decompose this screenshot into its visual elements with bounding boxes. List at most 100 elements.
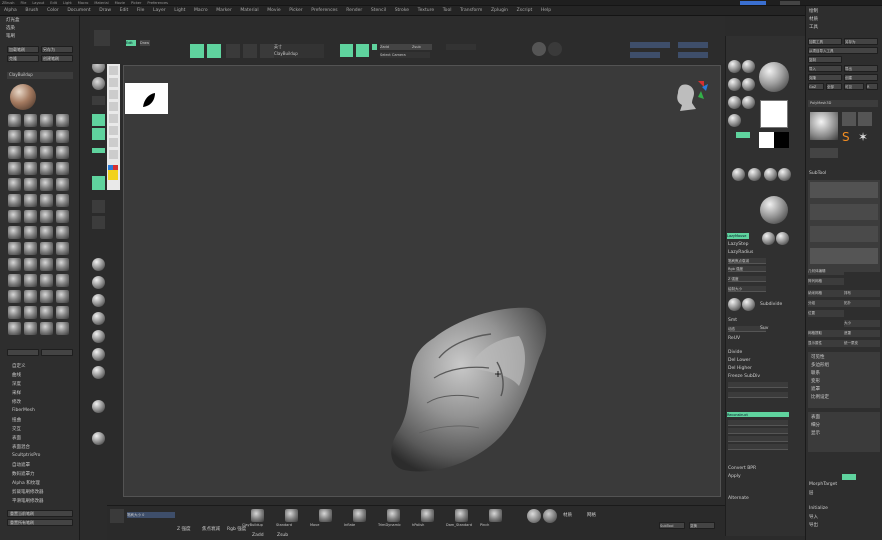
subtool-btn-unify[interactable]: 统一蒙皮 [844, 340, 880, 347]
subtool-btn-size[interactable]: 大小 [844, 320, 880, 327]
brush-tile[interactable] [56, 194, 69, 207]
load-tool-button[interactable]: 加载工具 [808, 38, 842, 45]
bottom-brush-button[interactable]: hPolish [412, 509, 444, 531]
material-preview[interactable] [759, 62, 789, 92]
document-canvas[interactable] [123, 65, 721, 497]
save-tool-button[interactable]: 另存为 [844, 38, 878, 45]
menu-item[interactable]: Macro [194, 6, 208, 16]
brush-tile[interactable] [40, 210, 53, 223]
right-label-apply[interactable]: Apply [728, 474, 741, 479]
star-icon[interactable]: ✶ [858, 130, 872, 144]
brush-tile[interactable] [56, 226, 69, 239]
footer-label-masking[interactable]: 遮罩 [811, 386, 820, 392]
reset-all-brushes-button[interactable]: 重置所有笔刷 [7, 519, 73, 526]
default-script-button[interactable] [780, 1, 800, 5]
brush-tile[interactable] [40, 226, 53, 239]
slider-11[interactable] [728, 444, 788, 450]
tool-thumb-1[interactable] [810, 112, 838, 140]
menu-item[interactable]: Help [541, 6, 551, 16]
right-mat-ball-4[interactable] [742, 78, 755, 91]
subtool-btn-position[interactable]: 位置 [808, 310, 844, 317]
current-brush-preview[interactable] [10, 84, 36, 110]
brush-tile[interactable] [56, 178, 69, 191]
brush-name-field[interactable]: ClayBuildup [7, 72, 73, 79]
bottom-brush-button[interactable]: Dam_Standard [446, 509, 478, 531]
footer-label-surface[interactable]: 表面 [811, 414, 820, 420]
bottom-material-ball[interactable] [527, 509, 541, 523]
r-button[interactable]: R [866, 83, 878, 90]
subtool-btn-nano[interactable]: 纳米网格 [808, 290, 844, 297]
tool-thumb-3[interactable] [858, 112, 872, 126]
right-mat-ball-13[interactable] [776, 232, 789, 245]
subtool-label-export[interactable]: 导出 [809, 522, 818, 528]
brush-tile[interactable] [24, 194, 37, 207]
tool-thumb-2[interactable] [842, 112, 856, 126]
menu-item[interactable]: Marker [216, 6, 232, 16]
draw-mode-button[interactable]: Draw [140, 40, 150, 46]
subtool-btn-group[interactable]: 分组 [808, 300, 844, 307]
bottom-label-material[interactable]: 材质 [563, 512, 572, 518]
material-ball-2[interactable] [92, 276, 105, 289]
slider-9[interactable] [728, 428, 788, 434]
brush-tile[interactable] [24, 146, 37, 159]
brush-menu-automask[interactable]: 自动遮罩 [12, 462, 30, 468]
brush-tile[interactable] [40, 306, 53, 319]
brush-tile[interactable] [24, 162, 37, 175]
home-icon[interactable] [92, 176, 105, 190]
sphere-s-icon[interactable]: S [842, 130, 856, 144]
brush-menu-fibermesh[interactable]: FiberMesh [12, 408, 35, 413]
brush-tile[interactable] [40, 130, 53, 143]
gradient-toggle[interactable] [736, 132, 750, 138]
brush-menu-twist[interactable]: 扭曲 [12, 417, 21, 423]
right-mat-ball-5[interactable] [728, 96, 741, 109]
material-ball-4[interactable] [92, 312, 105, 325]
brush-tile[interactable] [8, 146, 21, 159]
right-label-del-higher[interactable]: Del Higher [728, 366, 752, 371]
right-label-suv[interactable]: Suv [760, 326, 768, 331]
slider-7[interactable] [728, 392, 788, 398]
texture-button[interactable] [92, 96, 105, 105]
import-project-tool-button[interactable]: 从项目导入工具 [808, 47, 878, 54]
subtool-row-1[interactable] [810, 182, 878, 198]
right-mat-ball-8[interactable] [732, 168, 745, 181]
menu-item[interactable]: Picker [289, 6, 302, 16]
brush-tile[interactable] [24, 178, 37, 191]
unit-field[interactable]: 英寸 ClayBuildup [274, 44, 324, 58]
goz-button[interactable]: GoZ [808, 83, 824, 90]
all-button[interactable]: 全部 [826, 83, 842, 90]
brush-tile[interactable] [8, 226, 21, 239]
brush-tile[interactable] [56, 258, 69, 271]
subtool-header[interactable]: SubTool [809, 171, 826, 176]
transform-shortcut[interactable]: 变换 [689, 522, 715, 529]
brush-tile[interactable] [8, 306, 21, 319]
material-ball-3[interactable] [92, 294, 105, 307]
bottom-material-ball-2[interactable] [543, 509, 557, 523]
brush-tile[interactable] [56, 290, 69, 303]
right-header-3[interactable]: 工具 [809, 24, 818, 30]
current-tool-field[interactable]: PolyMesh3D [808, 100, 878, 107]
sculpt-mesh[interactable] [379, 298, 559, 478]
menu-item[interactable]: Material [240, 6, 258, 16]
color-swatch[interactable] [759, 132, 789, 148]
brush-tile[interactable] [40, 146, 53, 159]
brush-name-shelf[interactable] [446, 44, 476, 50]
right-mat-ball-7[interactable] [728, 114, 741, 127]
right-mat-ball-3[interactable] [728, 78, 741, 91]
brush-tile[interactable] [40, 274, 53, 287]
brush-tile[interactable] [8, 274, 21, 287]
brush-tile[interactable] [56, 130, 69, 143]
brush-tile[interactable] [40, 242, 53, 255]
zsub-field[interactable]: Zsub [412, 44, 432, 50]
brush-tile[interactable] [24, 242, 37, 255]
menu-item[interactable]: Zscript [517, 6, 533, 16]
right-label-smt[interactable]: Smt [728, 318, 737, 323]
subtool-btn-mask[interactable]: 遮罩 [844, 330, 880, 337]
morph-toggle[interactable] [842, 474, 856, 480]
right-mat-ball-14[interactable] [728, 298, 741, 311]
right-header-2[interactable]: 材质 [809, 16, 818, 22]
menu-item[interactable]: Transform [460, 6, 482, 16]
footer-label-contact[interactable]: 联系 [811, 370, 820, 376]
bottom-thumb[interactable] [110, 509, 124, 523]
slider-10[interactable] [728, 436, 788, 442]
brush-tile[interactable] [40, 322, 53, 335]
